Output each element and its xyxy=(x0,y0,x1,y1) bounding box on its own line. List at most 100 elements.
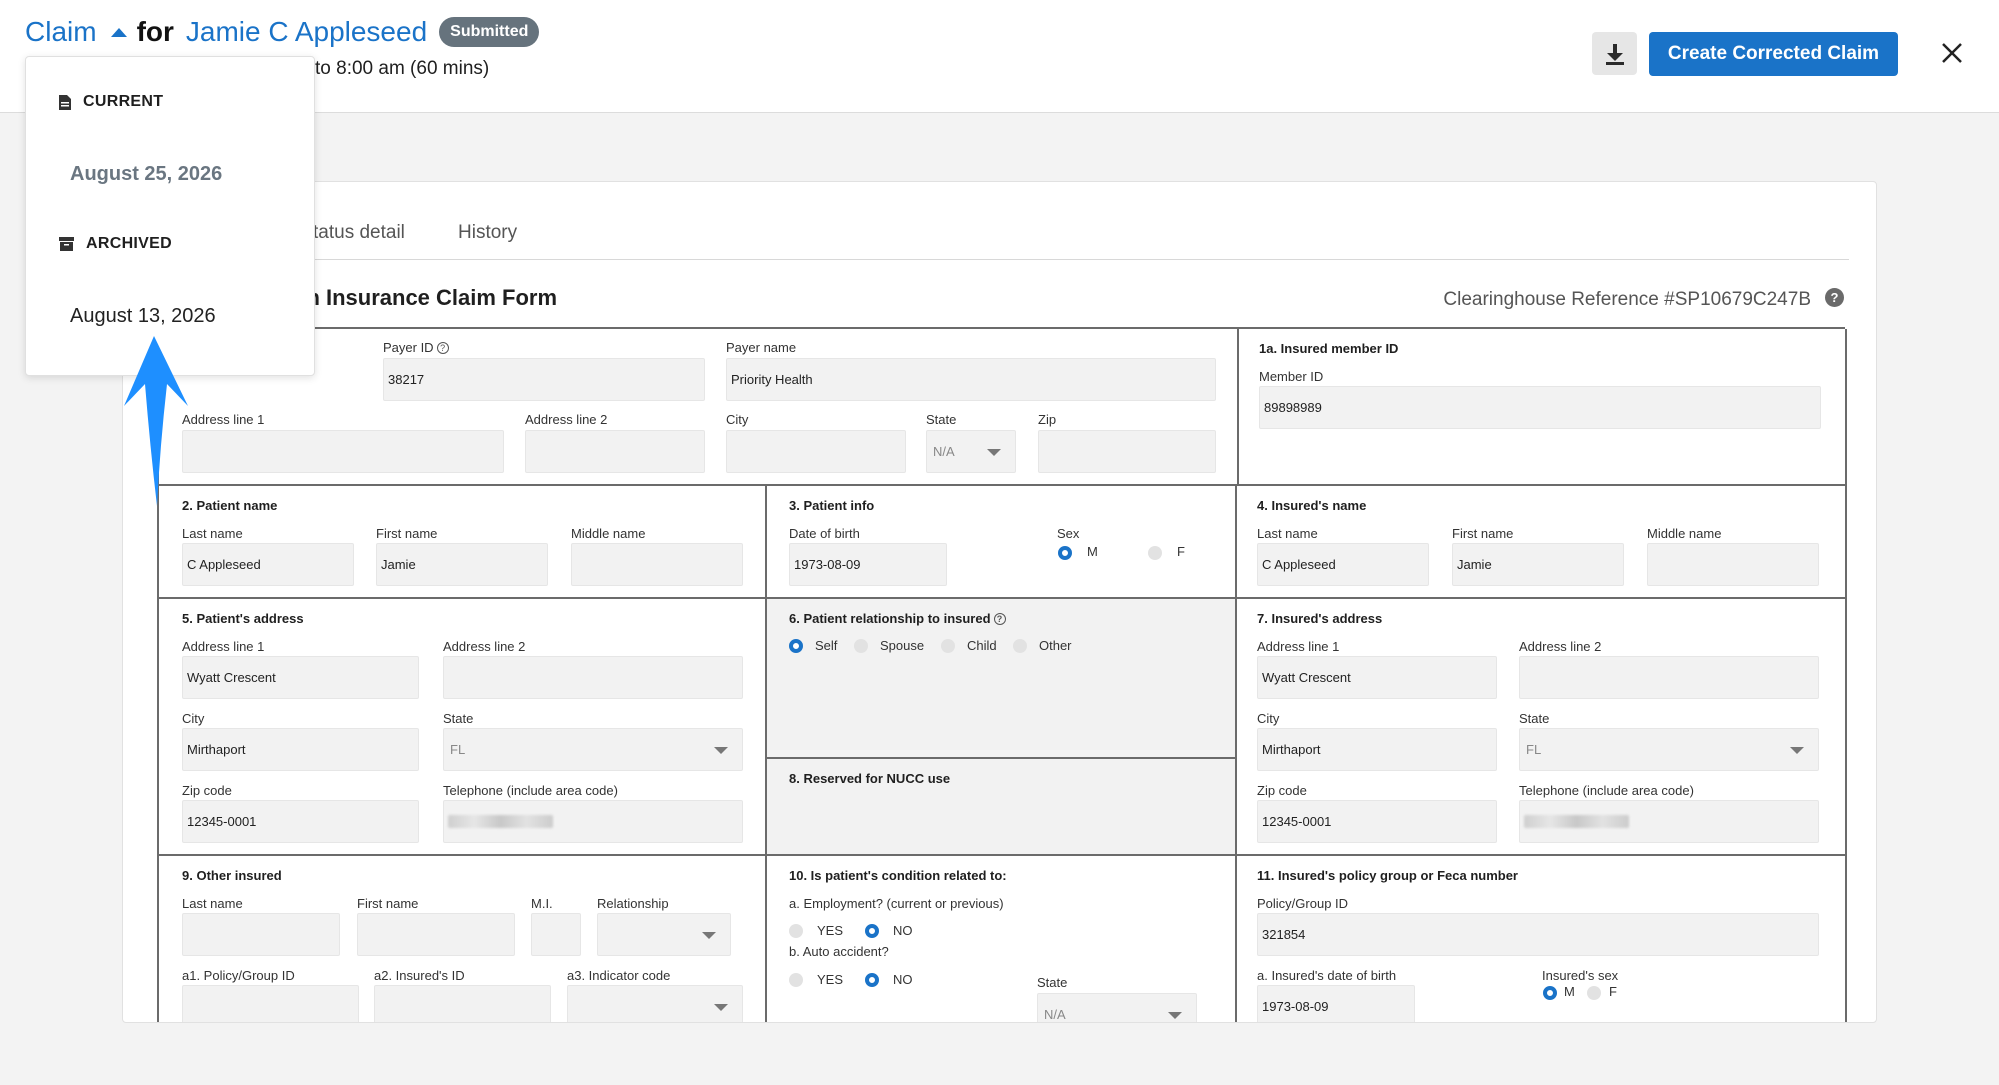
payer-state-select[interactable]: N/A xyxy=(926,430,1016,473)
ia-state-label: State xyxy=(1519,711,1550,726)
pa-addr2-field[interactable] xyxy=(443,656,743,699)
patient-middle-field[interactable] xyxy=(571,543,743,586)
oi-first-field[interactable] xyxy=(357,913,515,956)
sex-f-radio[interactable] xyxy=(1148,546,1162,560)
ia-zip-field[interactable]: 12345-0001 xyxy=(1257,800,1497,843)
insured-sex-label: Insured's sex xyxy=(1542,968,1619,983)
oi-a2-field[interactable] xyxy=(374,985,551,1022)
ia-state-select[interactable]: FL xyxy=(1519,728,1819,771)
auto-state-value: N/A xyxy=(1044,1007,1066,1022)
relationship-section: 6. Patient relationship to insured? Self… xyxy=(767,599,1237,759)
auto-no-radio[interactable] xyxy=(865,973,879,987)
document-icon xyxy=(59,94,71,110)
auto-no-label: NO xyxy=(893,972,913,987)
oi-a2-label: a2. Insured's ID xyxy=(374,968,465,983)
sex-f-label: F xyxy=(1177,544,1185,559)
tab-status-detail[interactable]: tatus detail xyxy=(313,222,405,244)
oi-first-label: First name xyxy=(357,896,419,911)
patient-info-title: 3. Patient info xyxy=(789,498,875,513)
oi-a3-label: a3. Indicator code xyxy=(567,968,671,983)
pa-addr1-field[interactable]: Wyatt Crescent xyxy=(182,656,419,699)
oi-mi-field[interactable] xyxy=(531,913,581,956)
pa-city-field[interactable]: Mirthaport xyxy=(182,728,419,771)
employment-no-radio[interactable] xyxy=(865,924,879,938)
create-corrected-claim-button[interactable]: Create Corrected Claim xyxy=(1649,32,1898,76)
payer-name-field[interactable]: Priority Health xyxy=(726,358,1216,401)
sex-m-radio[interactable] xyxy=(1058,546,1072,560)
chevron-down-icon xyxy=(1168,1012,1182,1019)
annotation-arrow-icon xyxy=(124,336,188,506)
pa-state-select[interactable]: FL xyxy=(443,728,743,771)
insured-name-title: 4. Insured's name xyxy=(1257,498,1367,513)
insured-middle-field[interactable] xyxy=(1647,543,1819,586)
other-insured-section: 9. Other insured Last name First name M.… xyxy=(159,856,767,1022)
insured-first-field[interactable]: Jamie xyxy=(1452,543,1624,586)
oi-a3-select[interactable] xyxy=(567,985,743,1022)
pa-addr1-label: Address line 1 xyxy=(182,639,265,654)
redacted-phone xyxy=(448,815,553,828)
dob-label: Date of birth xyxy=(789,526,860,541)
close-button[interactable] xyxy=(1937,38,1967,68)
insured-dob-field[interactable]: 1973-08-09 xyxy=(1257,985,1415,1022)
download-button[interactable] xyxy=(1592,32,1637,75)
employment-yes-radio[interactable] xyxy=(789,924,803,938)
auto-yes-label: YES xyxy=(817,972,844,987)
payer-zip-field[interactable] xyxy=(1038,430,1216,473)
policy-id-field[interactable]: 321854 xyxy=(1257,913,1819,956)
tab-history[interactable]: History xyxy=(458,222,517,244)
download-icon xyxy=(1605,43,1624,65)
auto-state-select[interactable]: N/A xyxy=(1037,993,1197,1022)
insured-last-field[interactable]: C Appleseed xyxy=(1257,543,1429,586)
info-icon[interactable]: ? xyxy=(993,613,1006,625)
claim-version-toggle[interactable]: Claim xyxy=(25,16,97,48)
oi-a1-field[interactable] xyxy=(182,985,359,1022)
payer-address2-field[interactable] xyxy=(525,430,705,473)
relationship-spouse-radio[interactable] xyxy=(854,639,868,653)
other-insured-title: 9. Other insured xyxy=(182,868,282,883)
ia-city-field[interactable]: Mirthaport xyxy=(1257,728,1497,771)
chevron-down-icon xyxy=(987,449,1001,456)
help-icon[interactable]: ? xyxy=(1825,288,1844,307)
payer-id-field[interactable]: 38217 xyxy=(383,358,705,401)
pa-zip-field[interactable]: 12345-0001 xyxy=(182,800,419,843)
info-icon[interactable]: ? xyxy=(436,342,449,354)
ia-phone-label: Telephone (include area code) xyxy=(1519,783,1694,798)
patient-name-title: 2. Patient name xyxy=(182,498,278,513)
relationship-title: 6. Patient relationship to insured? xyxy=(789,611,1006,626)
ia-addr2-field[interactable] xyxy=(1519,656,1819,699)
ia-addr1-field[interactable]: Wyatt Crescent xyxy=(1257,656,1497,699)
ia-phone-field[interactable] xyxy=(1519,800,1819,843)
dob-field[interactable]: 1973-08-09 xyxy=(789,543,947,586)
claim-form-grid: Payer ID? 38217 Payer name Priority Heal… xyxy=(157,327,1847,1022)
relationship-self-radio[interactable] xyxy=(789,639,803,653)
patient-first-field[interactable]: Jamie xyxy=(376,543,548,586)
archived-heading: ARCHIVED xyxy=(59,235,172,253)
relationship-other-radio[interactable] xyxy=(1013,639,1027,653)
auto-yes-radio[interactable] xyxy=(789,973,803,987)
oi-last-field[interactable] xyxy=(182,913,340,956)
insured-member-title: 1a. Insured member ID xyxy=(1259,341,1399,356)
menu-item-current-version[interactable]: August 25, 2026 xyxy=(70,163,222,186)
employment-no-label: NO xyxy=(893,923,913,938)
member-id-label: Member ID xyxy=(1259,369,1324,384)
member-id-field[interactable]: 89898989 xyxy=(1259,386,1821,429)
current-label: CURRENT xyxy=(83,93,164,110)
oi-relationship-select[interactable] xyxy=(597,913,731,956)
employment-yes-label: YES xyxy=(817,923,844,938)
patient-name-link[interactable]: Jamie C Appleseed xyxy=(186,16,427,48)
payer-city-field[interactable] xyxy=(726,430,906,473)
current-heading: CURRENT xyxy=(59,93,163,111)
relationship-child-radio[interactable] xyxy=(941,639,955,653)
pa-phone-field[interactable] xyxy=(443,800,743,843)
insured-sex-f-radio[interactable] xyxy=(1587,986,1601,1000)
caret-up-icon[interactable] xyxy=(110,27,127,37)
insured-address-section: 7. Insured's address Address line 1 Wyat… xyxy=(1237,599,1847,856)
condition-section: 10. Is patient's condition related to: a… xyxy=(767,856,1237,1022)
menu-item-archived-version[interactable]: August 13, 2026 xyxy=(70,305,216,328)
patient-last-field[interactable]: C Appleseed xyxy=(182,543,354,586)
payer-address1-field[interactable] xyxy=(182,430,504,473)
payer-address2-label: Address line 2 xyxy=(525,412,608,427)
redacted-phone xyxy=(1524,815,1629,828)
patient-name-section: 2. Patient name Last name C Appleseed Fi… xyxy=(159,486,767,599)
insured-sex-m-radio[interactable] xyxy=(1543,986,1557,1000)
